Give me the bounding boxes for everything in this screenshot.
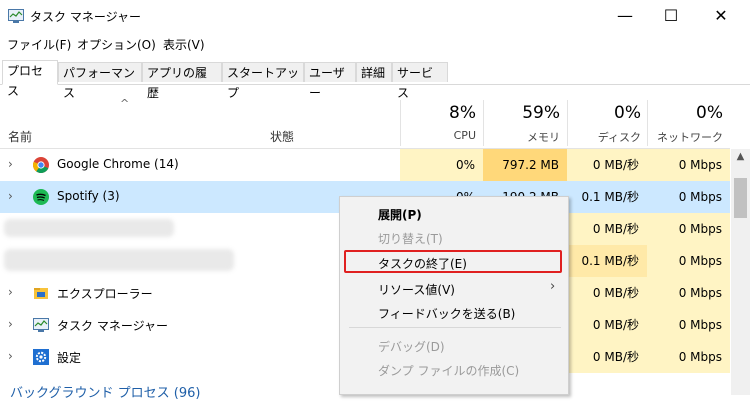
disk-value: 0 MB/秒	[567, 309, 647, 341]
disk-value: 0 MB/秒	[567, 277, 647, 309]
maximize-button[interactable]: ☐	[648, 0, 694, 32]
scroll-up-arrow-icon[interactable]: ▲	[731, 151, 750, 165]
minimize-button[interactable]: —	[602, 0, 648, 32]
process-name: 設定	[57, 351, 82, 365]
column-header-memory[interactable]: メモリ	[483, 129, 560, 145]
network-value: 0 Mbps	[647, 277, 730, 309]
column-header-cpu[interactable]: CPU	[400, 129, 476, 142]
expand-chevron-icon[interactable]: ›	[8, 189, 13, 203]
chrome-icon	[33, 157, 49, 176]
blurred-process-name	[4, 249, 234, 271]
tab-processes[interactable]: プロセス	[2, 60, 58, 98]
background-processes-group[interactable]: バックグラウンド プロセス (96)	[10, 382, 200, 401]
column-header-disk[interactable]: ディスク	[567, 129, 641, 145]
context-menu-resource-values[interactable]: リソース値(V)	[378, 281, 455, 298]
tab-details[interactable]: 詳細	[356, 62, 392, 82]
tab-startup[interactable]: スタートアップ	[222, 62, 304, 100]
network-value: 0 Mbps	[647, 309, 730, 341]
disk-value: 0.1 MB/秒	[581, 190, 639, 204]
tab-users[interactable]: ユーザー	[304, 62, 356, 100]
sort-indicator-icon: ^	[120, 97, 130, 110]
tab-performance[interactable]: パフォーマンス	[58, 62, 142, 100]
network-value: 0 Mbps	[647, 341, 730, 373]
network-value: 0 Mbps	[647, 149, 730, 181]
disk-value: 0.1 MB/秒	[567, 245, 647, 277]
network-total-percent[interactable]: 0%	[647, 103, 723, 123]
context-menu-expand[interactable]: 展開(P)	[378, 206, 422, 223]
window-title: タスク マネージャー	[30, 10, 141, 24]
menu-options[interactable]: オプション(O)	[77, 36, 156, 53]
context-menu-switch: 切り替え(T)	[378, 232, 443, 246]
memory-total-percent[interactable]: 59%	[483, 103, 560, 123]
disk-total-percent[interactable]: 0%	[567, 103, 641, 123]
cpu-total-percent[interactable]: 8%	[400, 103, 476, 123]
menu-file[interactable]: ファイル(F)	[7, 36, 71, 53]
network-value: 0 Mbps	[678, 190, 722, 204]
expand-chevron-icon[interactable]: ›	[8, 285, 13, 299]
close-button[interactable]: ✕	[698, 0, 744, 32]
process-name: Spotify (3)	[57, 189, 120, 203]
context-menu-debug: デバッグ(D)	[378, 340, 445, 354]
submenu-arrow-icon: ›	[550, 279, 556, 294]
process-name: タスク マネージャー	[57, 319, 168, 333]
cpu-value: 0%	[400, 149, 483, 181]
table-row[interactable]: › Google Chrome (14) 0% 797.2 MB 0 MB/秒 …	[0, 149, 730, 181]
context-menu-send-feedback[interactable]: フィードバックを送る(B)	[378, 305, 515, 322]
explorer-folder-icon	[33, 285, 49, 304]
spotify-icon	[33, 189, 49, 208]
process-name: Google Chrome (14)	[57, 157, 179, 171]
expand-chevron-icon[interactable]: ›	[8, 317, 13, 331]
disk-value: 0 MB/秒	[567, 213, 647, 245]
end-task-highlight-box	[344, 250, 562, 273]
tab-services[interactable]: サービス	[392, 62, 448, 100]
context-menu-create-dump: ダンプ ファイルの作成(C)	[378, 364, 520, 378]
disk-value: 0 MB/秒	[567, 341, 647, 373]
expand-chevron-icon[interactable]: ›	[8, 157, 13, 171]
column-header-name[interactable]: 名前	[8, 128, 32, 145]
column-header-network[interactable]: ネットワーク	[647, 129, 723, 145]
column-header-status[interactable]: 状態	[270, 128, 294, 145]
settings-gear-icon	[33, 349, 49, 368]
network-value: 0 Mbps	[647, 245, 730, 277]
disk-value: 0 MB/秒	[567, 149, 647, 181]
task-manager-app-icon	[8, 9, 24, 23]
menu-separator	[349, 327, 561, 328]
task-manager-icon	[33, 318, 49, 335]
process-name: エクスプローラー	[57, 287, 153, 301]
expand-chevron-icon[interactable]: ›	[8, 349, 13, 363]
menu-view[interactable]: 表示(V)	[163, 36, 205, 53]
network-value: 0 Mbps	[647, 213, 730, 245]
blurred-process-name	[4, 219, 174, 237]
scrollbar-thumb[interactable]	[734, 178, 747, 218]
tab-app-history[interactable]: アプリの履歴	[142, 62, 222, 100]
memory-value: 797.2 MB	[483, 149, 567, 181]
